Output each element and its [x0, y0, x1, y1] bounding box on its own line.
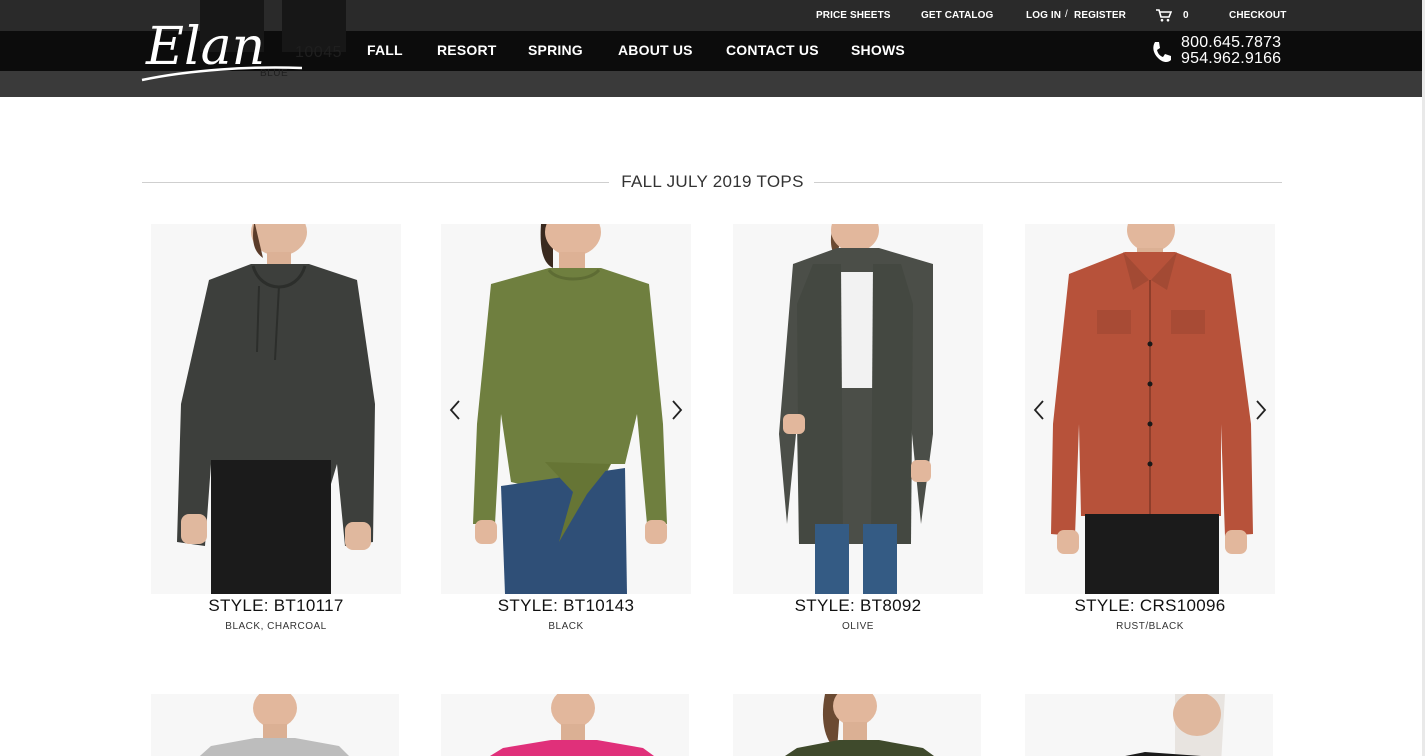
product-colors: BLACK [548, 621, 584, 632]
elan-logo[interactable]: Elan [140, 12, 305, 84]
log-in-link[interactable]: LOG IN [1026, 10, 1061, 21]
product-photo[interactable] [1025, 694, 1273, 756]
product-style[interactable]: STYLE: BT10117 [151, 596, 401, 616]
nav-fall[interactable]: FALL [367, 42, 403, 58]
login-separator: / [1065, 9, 1068, 20]
nav-shows[interactable]: SHOWS [851, 42, 905, 58]
section-divider-left [142, 182, 609, 183]
chevron-right-icon[interactable] [1254, 399, 1268, 421]
product-photo[interactable] [441, 224, 691, 594]
product-photo[interactable] [1025, 224, 1275, 594]
product-photo[interactable] [733, 694, 981, 756]
product-photo[interactable] [151, 224, 401, 594]
product-card[interactable]: STYLE: BT10143 BLACK [441, 224, 691, 644]
product-style[interactable]: STYLE: BT10143 [441, 596, 691, 616]
cart-icon[interactable] [1156, 9, 1172, 22]
product-colors: BLACK, CHARCOAL [225, 621, 327, 632]
nav-spring[interactable]: SPRING [528, 42, 583, 58]
get-catalog-link[interactable]: GET CATALOG [921, 10, 993, 21]
phone-icon [1153, 42, 1171, 63]
product-card[interactable]: STYLE: CRS10096 RUST/BLACK [1025, 224, 1275, 644]
product-card[interactable]: STYLE: BT10117 BLACK, CHARCOAL [151, 224, 401, 644]
product-photo[interactable] [441, 694, 689, 756]
chevron-left-icon[interactable] [448, 399, 462, 421]
chevron-right-icon[interactable] [670, 399, 684, 421]
phone-number-secondary[interactable]: 954.962.9166 [1181, 50, 1281, 68]
nav-resort[interactable]: RESORT [437, 42, 497, 58]
product-card[interactable]: STYLE: BT8092 OLIVE [733, 224, 983, 644]
register-link[interactable]: REGISTER [1074, 10, 1126, 21]
checkout-link[interactable]: CHECKOUT [1229, 10, 1286, 21]
product-photo[interactable] [733, 224, 983, 594]
section-divider-right [814, 182, 1282, 183]
cart-count[interactable]: 0 [1183, 10, 1189, 21]
product-style[interactable]: STYLE: BT8092 [733, 596, 983, 616]
product-style[interactable]: STYLE: CRS10096 [1025, 596, 1275, 616]
nav-about-us[interactable]: ABOUT US [618, 42, 693, 58]
product-photo[interactable] [151, 694, 399, 756]
price-sheets-link[interactable]: PRICE SHEETS [816, 10, 891, 21]
section-title: FALL JULY 2019 TOPS [621, 172, 804, 191]
nav-contact-us[interactable]: CONTACT US [726, 42, 819, 58]
product-colors: RUST/BLACK [1116, 621, 1184, 632]
product-colors: OLIVE [842, 621, 874, 632]
chevron-left-icon[interactable] [1032, 399, 1046, 421]
